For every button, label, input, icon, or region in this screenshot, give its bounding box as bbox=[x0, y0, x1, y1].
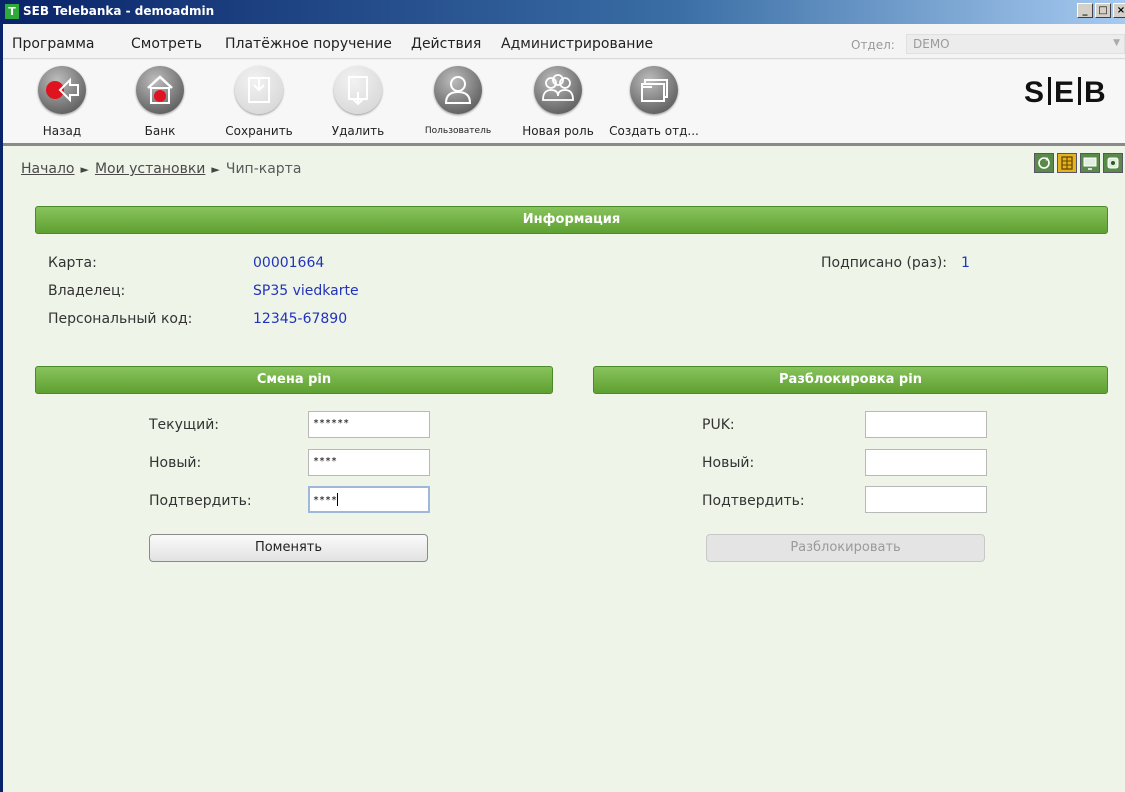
window-controls: _ □ × bbox=[1077, 3, 1125, 18]
owner-value: SP35 viedkarte bbox=[253, 283, 359, 299]
breadcrumb-current: Чип-карта bbox=[225, 161, 302, 177]
personal-code-value: 12345-67890 bbox=[253, 311, 348, 327]
puk-input[interactable] bbox=[865, 411, 987, 438]
breadcrumb-home[interactable]: Начало bbox=[21, 161, 74, 177]
menu-actions[interactable]: Действия bbox=[411, 36, 481, 52]
confirm-pin-input[interactable]: **** bbox=[308, 486, 430, 513]
delete-icon bbox=[334, 66, 382, 114]
department-select[interactable]: DEMO ▼ bbox=[906, 34, 1125, 54]
new-role-button[interactable]: Новая роль bbox=[513, 66, 603, 144]
bank-label: Банк bbox=[144, 124, 176, 138]
toolbar: Назад Банк Сохранить Удалить Пользовател… bbox=[3, 60, 1125, 146]
text-caret bbox=[337, 493, 339, 506]
lock-icon[interactable] bbox=[1103, 153, 1123, 173]
breadcrumb-bar: Начало ► Мои установки ► Чип-карта bbox=[3, 149, 1125, 183]
unblock-confirm-pin-input[interactable] bbox=[865, 486, 987, 513]
department-value: DEMO bbox=[913, 37, 950, 51]
current-pin-label: Текущий: bbox=[149, 417, 220, 433]
card-value: 00001664 bbox=[253, 255, 325, 271]
window-title: SEB Telebanka - demoadmin bbox=[23, 4, 215, 18]
unblock-pin-header: Разблокировка pin bbox=[593, 366, 1108, 394]
current-pin-input[interactable]: ****** bbox=[308, 411, 430, 438]
card-label: Карта: bbox=[48, 255, 97, 271]
owner-label: Владелец: bbox=[48, 283, 126, 299]
monitor-icon[interactable] bbox=[1080, 153, 1100, 173]
new-pin-input[interactable]: **** bbox=[308, 449, 430, 476]
seb-logo: SEB bbox=[1024, 76, 1107, 109]
title-bar[interactable]: T SEB Telebanka - demoadmin _ □ × bbox=[3, 0, 1125, 24]
menu-program[interactable]: Программа bbox=[12, 36, 95, 52]
puk-label: PUK: bbox=[702, 417, 735, 433]
signed-count-label: Подписано (раз): bbox=[821, 255, 948, 271]
maximize-button[interactable]: □ bbox=[1095, 3, 1111, 18]
menu-administration[interactable]: Администрирование bbox=[501, 36, 653, 52]
confirm-pin-label: Подтвердить: bbox=[149, 493, 252, 509]
menu-payment-order[interactable]: Платёжное поручение bbox=[225, 36, 392, 52]
back-button[interactable]: Назад bbox=[17, 66, 107, 144]
breadcrumb-separator: ► bbox=[80, 163, 89, 176]
group-icon bbox=[534, 66, 582, 114]
breadcrumb-my-settings[interactable]: Мои установки bbox=[95, 161, 205, 177]
menu-bar: Программа Смотреть Платёжное поручение Д… bbox=[3, 24, 1125, 59]
chevron-down-icon: ▼ bbox=[1113, 38, 1120, 48]
save-icon bbox=[235, 66, 283, 114]
refresh-icon[interactable] bbox=[1034, 153, 1054, 173]
bank-button[interactable]: Банк bbox=[115, 66, 205, 144]
new-role-label: Новая роль bbox=[522, 124, 594, 138]
delete-button[interactable]: Удалить bbox=[313, 66, 403, 144]
unblock-button[interactable]: Разблокировать bbox=[706, 534, 985, 562]
save-button[interactable]: Сохранить bbox=[214, 66, 304, 144]
folders-icon bbox=[630, 66, 678, 114]
user-icon bbox=[434, 66, 482, 114]
department-label: Отдел: bbox=[851, 38, 895, 52]
change-pin-header: Смена pin bbox=[35, 366, 553, 394]
unblock-new-pin-label: Новый: bbox=[702, 455, 755, 471]
chip-card-icon[interactable] bbox=[1057, 153, 1077, 173]
close-button[interactable]: × bbox=[1113, 3, 1125, 18]
application-window: T SEB Telebanka - demoadmin _ □ × Програ… bbox=[0, 0, 1125, 792]
bank-icon bbox=[136, 66, 184, 114]
breadcrumb-separator: ► bbox=[211, 163, 220, 176]
header-icon-group bbox=[1034, 153, 1123, 173]
app-icon: T bbox=[5, 4, 19, 19]
info-panel-header: Информация bbox=[35, 206, 1108, 234]
back-arrow-icon bbox=[38, 66, 86, 114]
create-department-button[interactable]: Создать отд... bbox=[609, 66, 699, 144]
change-pin-button[interactable]: Поменять bbox=[149, 534, 428, 562]
new-pin-label: Новый: bbox=[149, 455, 202, 471]
signed-count-value: 1 bbox=[961, 255, 970, 271]
user-button[interactable]: Пользователь bbox=[413, 66, 503, 144]
unblock-confirm-pin-label: Подтвердить: bbox=[702, 493, 805, 509]
personal-code-label: Персональный код: bbox=[48, 311, 193, 327]
delete-label: Удалить bbox=[331, 124, 385, 138]
menu-view[interactable]: Смотреть bbox=[131, 36, 202, 52]
breadcrumb: Начало ► Мои установки ► Чип-карта bbox=[21, 158, 301, 177]
minimize-button[interactable]: _ bbox=[1077, 3, 1093, 18]
save-label: Сохранить bbox=[225, 124, 293, 138]
user-label: Пользователь bbox=[424, 126, 492, 136]
back-label: Назад bbox=[42, 124, 82, 138]
create-department-label: Создать отд... bbox=[609, 124, 699, 138]
unblock-new-pin-input[interactable] bbox=[865, 449, 987, 476]
